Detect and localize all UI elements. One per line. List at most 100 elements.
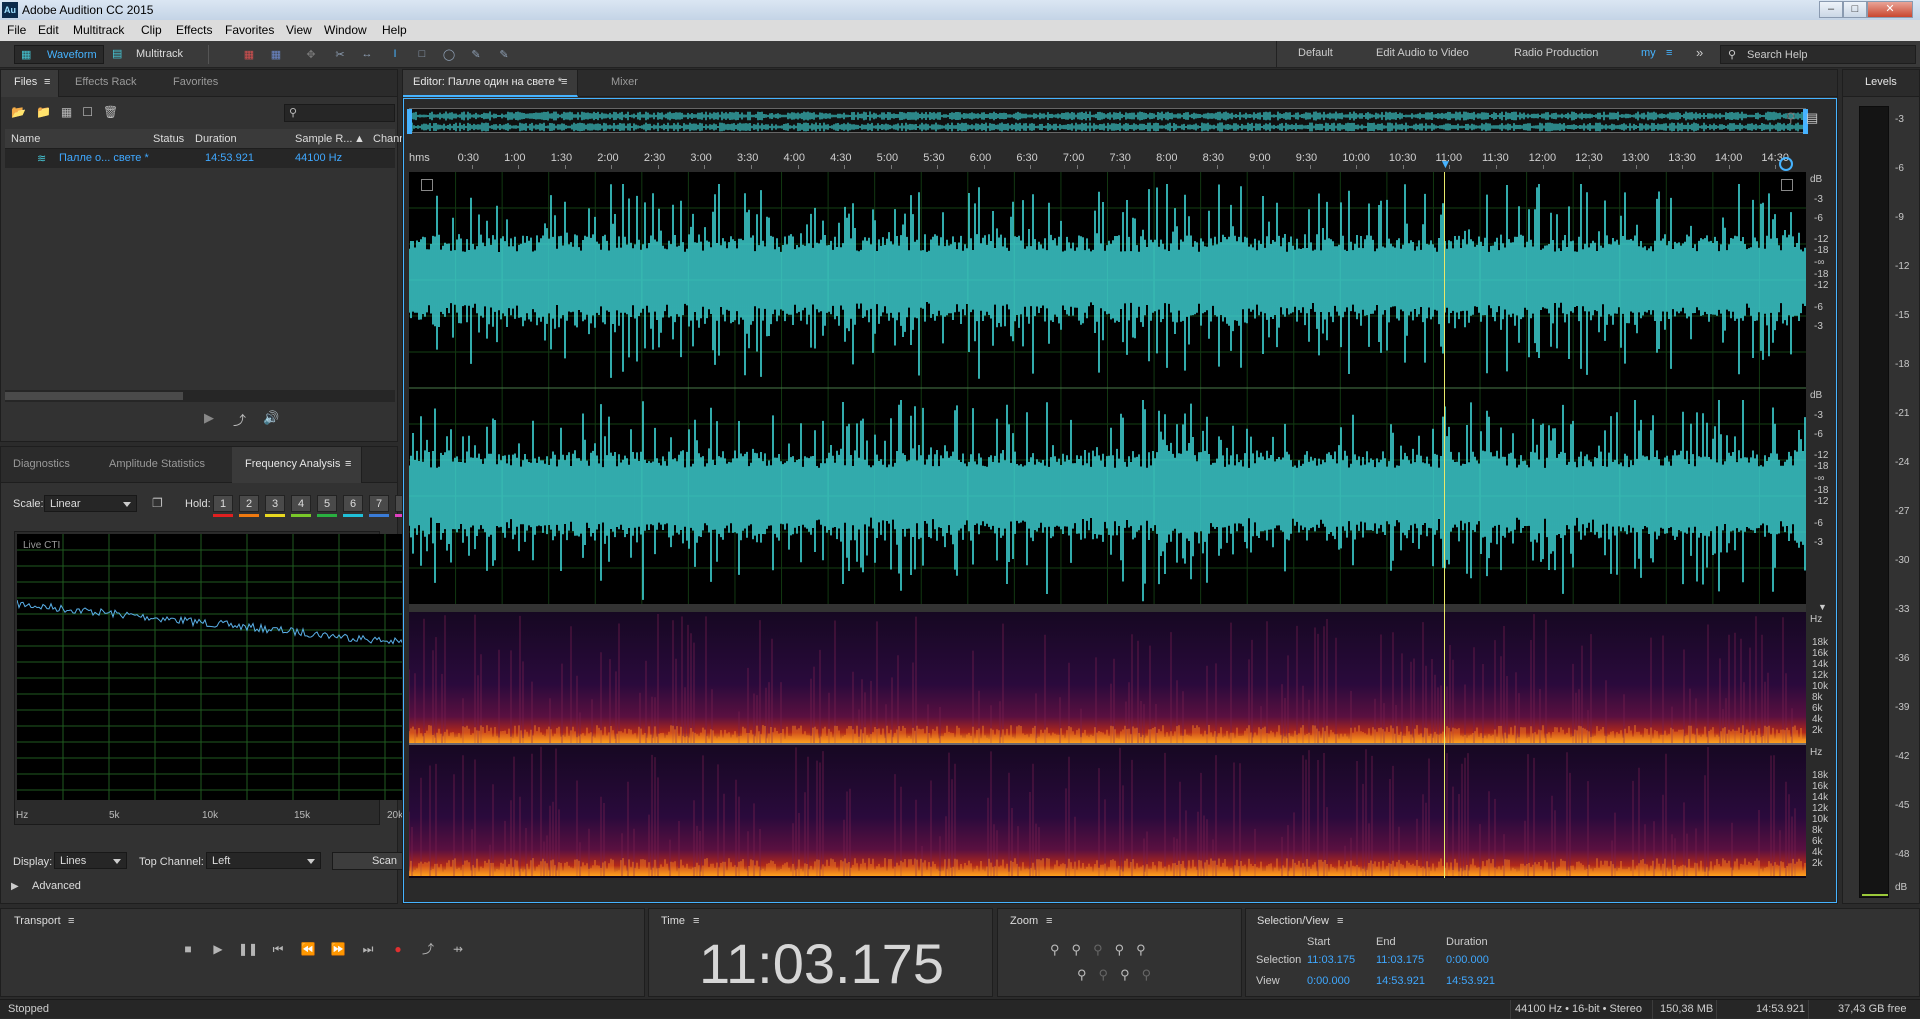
tab-diagnostics[interactable]: Diagnostics xyxy=(13,458,70,470)
record-button[interactable]: ● xyxy=(388,939,408,959)
panel-menu-icon[interactable]: ≡ xyxy=(693,915,699,927)
panel-menu-icon[interactable]: ≡ xyxy=(1337,915,1343,927)
hold-button-6[interactable]: 6 xyxy=(343,495,363,512)
tab-frequency-analysis[interactable]: Frequency Analysis xyxy=(245,458,340,470)
waveform-display[interactable] xyxy=(409,172,1806,604)
zoom-out-full-icon[interactable]: ⚲ xyxy=(1786,110,1796,126)
rewind-button[interactable]: ⏪ xyxy=(298,939,318,959)
next-button[interactable]: ⏭ xyxy=(358,939,378,959)
hold-button-7[interactable]: 7 xyxy=(369,495,389,512)
workspace-radio-production[interactable]: Radio Production xyxy=(1514,47,1598,59)
time-selection-tool-icon[interactable]: I xyxy=(387,48,403,61)
hold-button-1[interactable]: 1 xyxy=(213,495,233,512)
hold-button-5[interactable]: 5 xyxy=(317,495,337,512)
multitrack-view-button[interactable]: ▤ Multitrack xyxy=(106,45,198,64)
top-channel-dropdown[interactable]: Left xyxy=(206,852,321,869)
view-end-field[interactable]: 14:53.921 xyxy=(1376,975,1425,987)
spectral-display[interactable] xyxy=(409,612,1806,878)
zoom-reset-icon[interactable]: ⚲ xyxy=(1142,967,1164,982)
scrollbar-thumb[interactable] xyxy=(5,392,183,400)
selection-end-field[interactable]: 11:03.175 xyxy=(1376,954,1424,966)
menu-effects[interactable]: Effects xyxy=(176,23,212,37)
selection-duration-field[interactable]: 0:00.000 xyxy=(1446,954,1489,966)
tab-mixer[interactable]: Mixer xyxy=(611,76,638,88)
play-button[interactable]: ▶ xyxy=(208,939,228,959)
play-file-icon[interactable]: ▶ xyxy=(204,410,214,426)
disclosure-arrow-icon[interactable]: ▶ xyxy=(11,881,19,892)
skip-selection-button[interactable]: ⇸ xyxy=(448,939,468,959)
horizontal-scrollbar[interactable] xyxy=(5,390,395,402)
fast-forward-button[interactable]: ⏩ xyxy=(328,939,348,959)
view-duration-field[interactable]: 14:53.921 xyxy=(1446,975,1495,987)
fade-out-handle-icon[interactable] xyxy=(1781,179,1793,191)
menu-edit[interactable]: Edit xyxy=(38,23,59,37)
loop-button[interactable]: ⤴ xyxy=(418,939,438,959)
tab-menu-icon[interactable]: ≡ xyxy=(561,76,567,88)
more-workspaces-icon[interactable]: » xyxy=(1696,45,1703,60)
spectral-pitch-icon[interactable]: ▦ xyxy=(268,48,284,61)
column-sample-rate[interactable]: Sample R... xyxy=(295,133,352,145)
tab-levels[interactable]: Levels xyxy=(1865,76,1897,88)
playhead-cti[interactable] xyxy=(1444,172,1446,878)
zoom-in-amplitude-icon[interactable]: ⚲ xyxy=(1050,942,1072,957)
time-format-icon[interactable] xyxy=(1779,157,1793,171)
tab-menu-icon[interactable]: ≡ xyxy=(44,76,50,88)
search-help-input[interactable]: ⚲ Search Help xyxy=(1720,45,1916,64)
export-file-icon[interactable]: ⤴ xyxy=(233,410,246,429)
column-status[interactable]: Status xyxy=(153,133,184,145)
scale-dropdown[interactable]: Linear xyxy=(44,495,137,512)
view-start-field[interactable]: 0:00.000 xyxy=(1307,975,1350,987)
menu-clip[interactable]: Clip xyxy=(141,23,162,37)
column-duration[interactable]: Duration xyxy=(195,133,237,145)
tab-editor[interactable]: Editor: Палле один на свете * xyxy=(413,76,562,88)
lasso-tool-icon[interactable]: ◯ xyxy=(441,48,457,61)
zoom-out-full-icon[interactable]: ⚲ xyxy=(1093,942,1115,957)
selection-start-field[interactable]: 11:03.175 xyxy=(1307,954,1355,966)
workspace-default[interactable]: Default xyxy=(1298,47,1333,59)
tab-effects-rack[interactable]: Effects Rack xyxy=(75,76,137,88)
move-tool-icon[interactable]: ✥ xyxy=(303,48,319,61)
workspace-edit-audio-to-video[interactable]: Edit Audio to Video xyxy=(1376,47,1469,59)
zoom-out-amplitude-icon[interactable]: ⚲ xyxy=(1072,942,1094,957)
autoplay-icon[interactable]: 🔊 xyxy=(263,410,279,426)
panel-menu-icon[interactable]: ≡ xyxy=(1046,915,1052,927)
zoom-selection-icon[interactable]: ⚲ xyxy=(1077,967,1099,982)
advanced-toggle[interactable]: Advanced xyxy=(32,880,81,892)
menu-file[interactable]: File xyxy=(7,23,26,37)
overview-left-handle[interactable] xyxy=(407,109,412,134)
collapse-arrow-icon[interactable]: ▼ xyxy=(1818,602,1827,612)
pause-button[interactable]: ❚❚ xyxy=(238,939,258,959)
spectral-divider[interactable] xyxy=(409,604,1806,612)
menu-multitrack[interactable]: Multitrack xyxy=(73,23,124,37)
minimize-button[interactable]: – xyxy=(1819,1,1843,18)
hold-button-4[interactable]: 4 xyxy=(291,495,311,512)
files-search-input[interactable]: ⚲ xyxy=(284,104,395,122)
waveform-view-button[interactable]: ▦ Waveform xyxy=(14,45,104,64)
zoom-in-time-icon[interactable]: ⚲ xyxy=(1115,942,1137,957)
tab-menu-icon[interactable]: ≡ xyxy=(345,458,351,470)
menu-view[interactable]: View xyxy=(286,23,312,37)
zoom-out-time-icon[interactable]: ⚲ xyxy=(1136,942,1158,957)
menu-help[interactable]: Help xyxy=(382,23,407,37)
overview-bar[interactable] xyxy=(407,108,1808,134)
close-button[interactable]: ✕ xyxy=(1867,1,1913,18)
files-toolbar-icons[interactable]: 📂📁▦☐🗑 xyxy=(11,105,128,119)
zoom-in-right-icon[interactable]: ⚲ xyxy=(1120,967,1142,982)
slip-tool-icon[interactable]: ↔ xyxy=(359,48,375,61)
playhead-handle-icon[interactable]: ▼ xyxy=(1439,157,1451,171)
spot-healing-tool-icon[interactable]: ✎ xyxy=(496,48,512,61)
tab-files[interactable]: Files xyxy=(14,76,37,88)
tab-amplitude-statistics[interactable]: Amplitude Statistics xyxy=(109,458,205,470)
hold-button-2[interactable]: 2 xyxy=(239,495,259,512)
panel-menu-icon[interactable]: ▤ xyxy=(1806,110,1818,126)
panel-menu-icon[interactable]: ≡ xyxy=(68,915,74,927)
fade-in-handle-icon[interactable] xyxy=(421,179,433,191)
display-dropdown[interactable]: Lines xyxy=(54,852,127,869)
zoom-in-left-icon[interactable]: ⚲ xyxy=(1099,967,1121,982)
tab-favorites[interactable]: Favorites xyxy=(173,76,218,88)
brush-tool-icon[interactable]: ✎ xyxy=(468,48,484,61)
time-ruler[interactable]: hms 0:30 1:00 1:30 2:00 2:30 3:00 3:30 4:00 4:30 5… xyxy=(409,150,1806,169)
file-row[interactable]: ≋ Палле о... свете * 14:53.921 44100 Hz xyxy=(5,149,395,168)
spectral-frequency-icon[interactable]: ▦ xyxy=(241,48,257,61)
maximize-button[interactable]: □ xyxy=(1843,1,1867,18)
